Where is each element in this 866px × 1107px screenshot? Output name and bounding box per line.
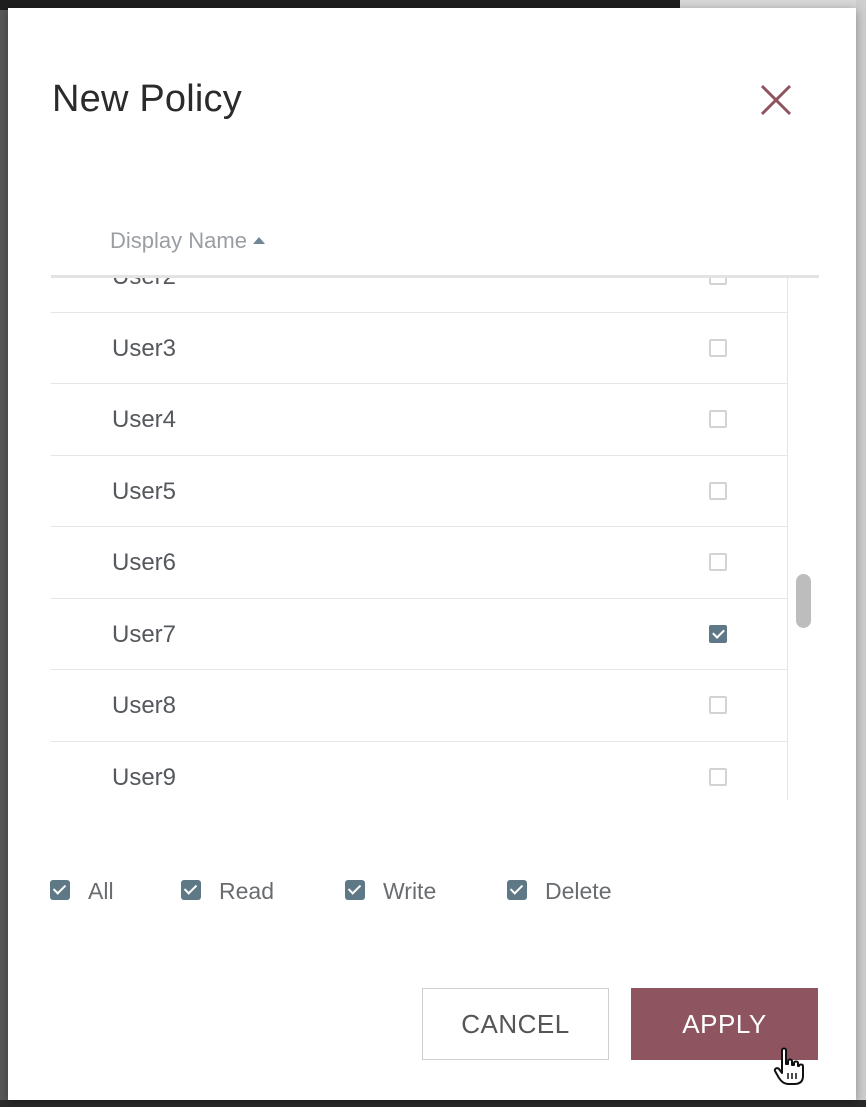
permission-label: Delete xyxy=(545,878,612,904)
table-row[interactable]: User7 xyxy=(51,599,787,670)
user-select-checkbox[interactable] xyxy=(709,410,727,428)
table-row[interactable]: User8 xyxy=(51,670,787,742)
user-name: User7 xyxy=(112,620,177,648)
table-row[interactable]: User6 xyxy=(51,527,787,599)
user-name: User8 xyxy=(112,692,177,719)
permission-label: Read xyxy=(219,878,274,904)
new-policy-dialog: New Policy Display Name User2 User3 User… xyxy=(8,8,856,1100)
checkbox-checked-icon xyxy=(507,880,527,900)
user-name: User4 xyxy=(112,406,177,433)
checkbox-checked-icon xyxy=(181,880,201,900)
sort-ascending-icon xyxy=(252,237,265,244)
user-select-checkbox[interactable] xyxy=(709,338,727,357)
checkbox-checked-icon xyxy=(345,880,365,900)
close-button[interactable] xyxy=(756,80,796,120)
table-row[interactable]: User3 xyxy=(51,313,787,384)
background-app-footer xyxy=(0,1100,866,1107)
background-app-edge xyxy=(856,0,866,1107)
hand-cursor-icon xyxy=(773,1047,804,1085)
table-row[interactable]: User9 xyxy=(51,742,787,801)
user-select-checkbox[interactable] xyxy=(709,696,727,714)
column-header-label: Display Name xyxy=(110,228,247,253)
checkbox-checked-icon xyxy=(50,880,70,900)
user-select-checkbox[interactable] xyxy=(709,553,727,571)
user-list: User2 User3 User4 User5 User6 User7 xyxy=(51,278,819,800)
user-name: User2 xyxy=(112,278,176,291)
list-scrollbar[interactable] xyxy=(787,278,819,800)
table-row[interactable]: User4 xyxy=(51,384,787,456)
dialog-title: New Policy xyxy=(52,78,242,120)
column-header-display-name[interactable]: Display Name xyxy=(110,228,265,254)
user-name: User5 xyxy=(112,477,177,505)
user-select-checkbox[interactable] xyxy=(709,278,727,285)
table-row[interactable]: User2 xyxy=(51,278,787,313)
table-row[interactable]: User5 xyxy=(51,456,787,527)
permission-label: All xyxy=(88,878,114,904)
user-name: User6 xyxy=(112,549,177,576)
user-name: User3 xyxy=(112,334,177,362)
user-list-rows: User2 User3 User4 User5 User6 User7 xyxy=(51,278,787,800)
permission-label: Write xyxy=(383,878,437,904)
user-select-checkbox[interactable] xyxy=(709,624,727,643)
cancel-button[interactable]: CANCEL xyxy=(422,988,609,1060)
user-name: User9 xyxy=(112,763,177,791)
close-icon xyxy=(760,84,792,116)
user-select-checkbox[interactable] xyxy=(709,481,727,500)
user-select-checkbox[interactable] xyxy=(709,767,727,786)
scrollbar-thumb[interactable] xyxy=(796,574,811,628)
